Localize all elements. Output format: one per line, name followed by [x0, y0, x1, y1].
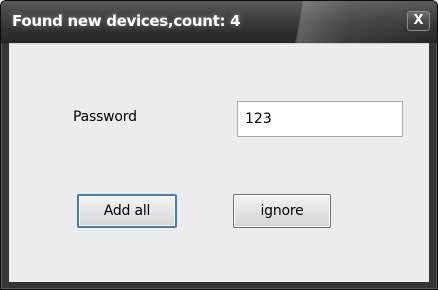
dialog-body: Password Add all ignore: [9, 43, 429, 282]
ignore-button[interactable]: ignore: [233, 194, 331, 228]
add-all-button[interactable]: Add all: [77, 194, 177, 228]
close-button[interactable]: X: [407, 11, 430, 31]
password-input[interactable]: [237, 101, 403, 137]
password-label: Password: [73, 109, 137, 125]
window-title: Found new devices,count: 4: [12, 12, 241, 30]
title-bar[interactable]: Found new devices,count: 4 X: [1, 1, 437, 43]
dialog-window: Found new devices,count: 4 X Password Ad…: [0, 0, 438, 290]
